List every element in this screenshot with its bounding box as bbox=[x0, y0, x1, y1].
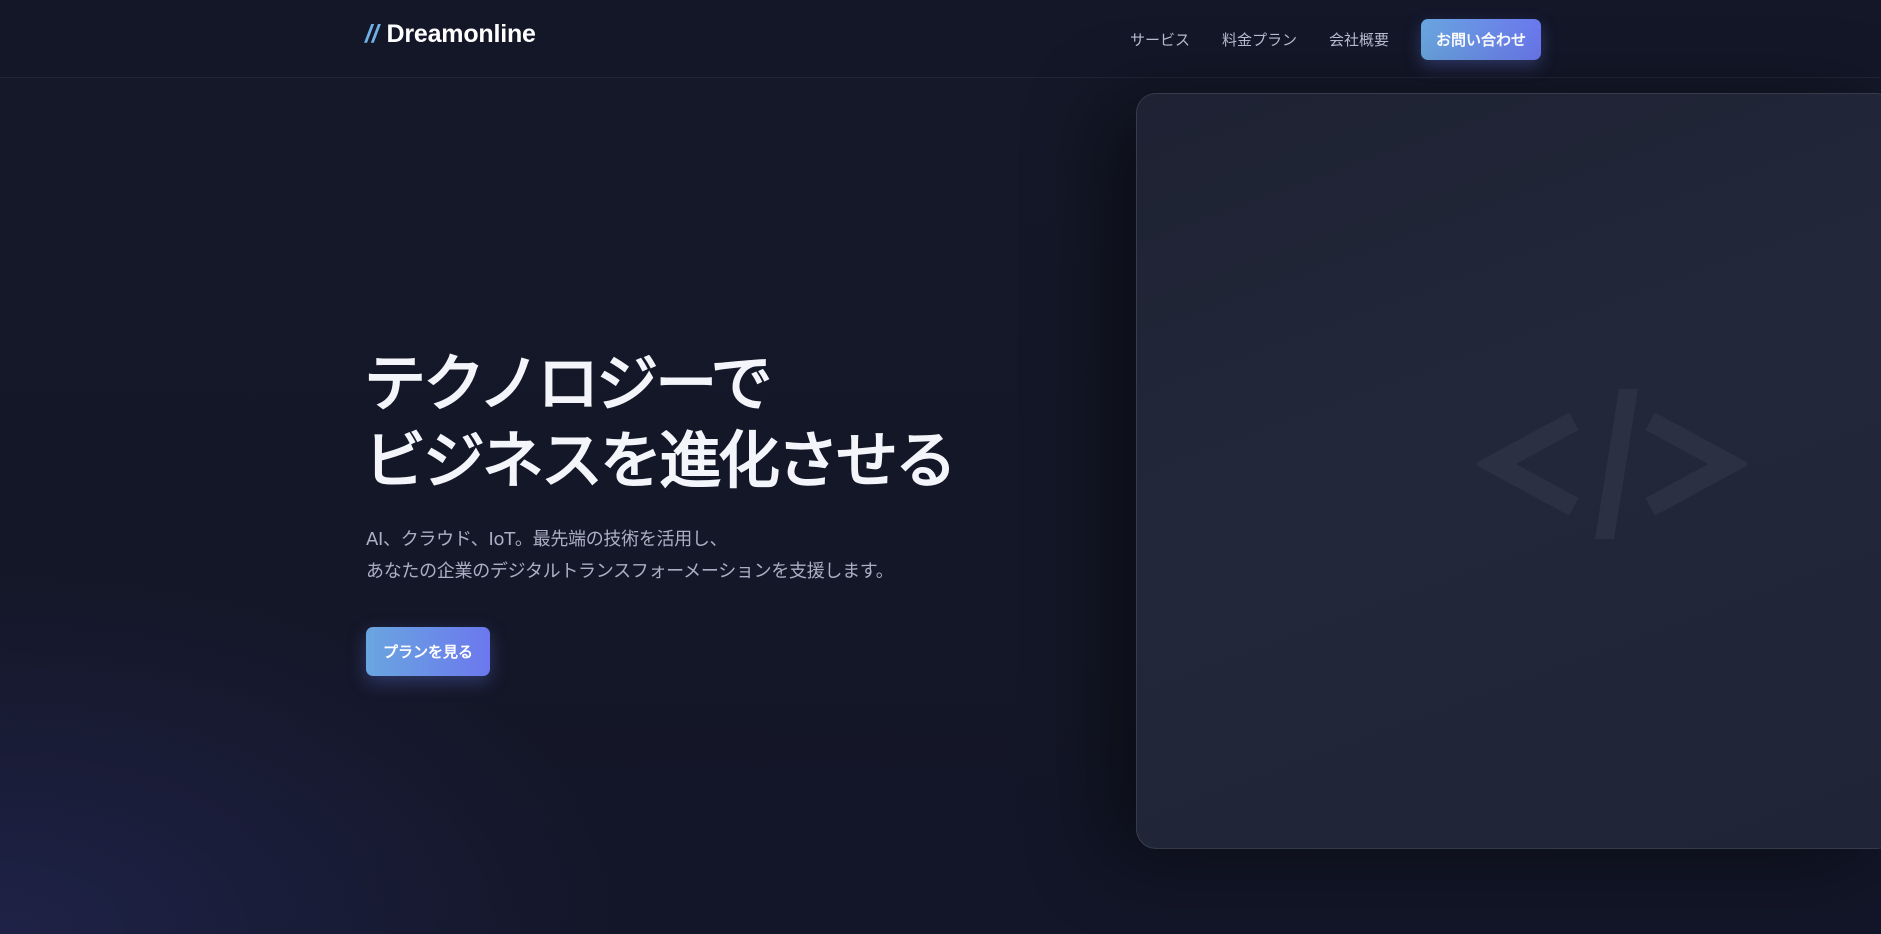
hero-visual-card bbox=[1136, 93, 1881, 849]
brand-mark: // bbox=[365, 20, 379, 48]
hero-subtitle: AI、クラウド、IoT。最先端の技術を活用し、 あなたの企業のデジタルトランスフ… bbox=[366, 524, 894, 588]
hero-title-line-2: ビジネスを進化させる bbox=[364, 424, 957, 497]
nav-link-pricing[interactable]: 料金プラン bbox=[1222, 30, 1297, 50]
view-plans-button[interactable]: プランを見る bbox=[366, 627, 490, 676]
nav-link-services[interactable]: サービス bbox=[1130, 30, 1190, 50]
brand-logo[interactable]: // Dreamonline bbox=[365, 20, 536, 49]
nav-link-company[interactable]: 会社概要 bbox=[1329, 30, 1389, 50]
brand-name: Dreamonline bbox=[386, 20, 536, 48]
hero-title-line-1: テクノロジーで bbox=[364, 347, 773, 420]
code-icon bbox=[1477, 389, 1747, 539]
page: // Dreamonline サービス 料金プラン 会社概要 お問い合わせ テク… bbox=[0, 0, 1881, 934]
hero-title: テクノロジーで ビジネスを進化させる bbox=[364, 345, 957, 499]
hero-subtitle-line-2: あなたの企業のデジタルトランスフォーメーションを支援します。 bbox=[366, 561, 894, 582]
site-header: // Dreamonline サービス 料金プラン 会社概要 お問い合わせ bbox=[0, 0, 1881, 78]
contact-button[interactable]: お問い合わせ bbox=[1421, 19, 1542, 60]
hero-subtitle-line-1: AI、クラウド、IoT。最先端の技術を活用し、 bbox=[366, 529, 728, 550]
main-nav: サービス 料金プラン 会社概要 お問い合わせ bbox=[1130, 19, 1542, 60]
